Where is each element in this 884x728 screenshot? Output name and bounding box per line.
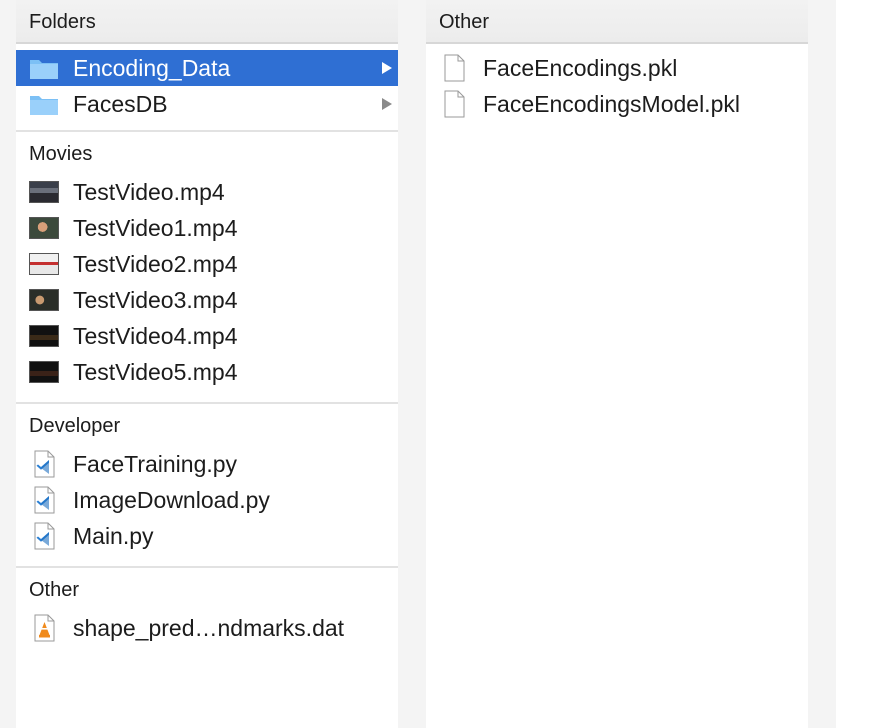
movie-row[interactable]: TestVideo4.mp4 — [16, 318, 398, 354]
file-label: TestVideo1.mp4 — [73, 215, 238, 241]
vlc-file-icon — [34, 614, 55, 642]
folder-row-encoding-data[interactable]: Encoding_Data — [16, 50, 398, 86]
video-thumbnail-icon — [29, 253, 59, 275]
video-thumbnail-icon — [29, 289, 59, 311]
file-label: TestVideo3.mp4 — [73, 287, 238, 313]
movie-row[interactable]: TestVideo1.mp4 — [16, 210, 398, 246]
blank-document-icon — [444, 90, 465, 118]
file-label: Main.py — [73, 523, 154, 549]
folders-header-label: Folders — [29, 11, 96, 33]
file-label: TestVideo4.mp4 — [73, 323, 238, 349]
vscode-file-icon — [34, 522, 55, 550]
movie-row[interactable]: TestVideo2.mp4 — [16, 246, 398, 282]
movie-row[interactable]: TestVideo.mp4 — [16, 174, 398, 210]
middle-column[interactable]: Other FaceEncodings.pkl FaceEncodingsMod… — [426, 0, 808, 728]
developer-file-row[interactable]: Main.py — [16, 518, 398, 554]
folder-label: Encoding_Data — [73, 55, 231, 81]
file-label: FaceTraining.py — [73, 451, 238, 477]
column-gutter-middle — [398, 0, 426, 728]
video-thumbnail-icon — [29, 325, 59, 347]
file-label: TestVideo.mp4 — [73, 179, 225, 205]
blank-document-icon — [444, 54, 465, 82]
other-header: Other — [426, 0, 808, 44]
folder-icon — [30, 60, 58, 79]
right-column-empty[interactable] — [836, 0, 884, 728]
folder-label: FacesDB — [73, 91, 168, 117]
group-label-movies: Movies — [29, 143, 93, 165]
file-label: ImageDownload.py — [73, 487, 270, 513]
video-thumbnail-icon — [29, 181, 59, 203]
folders-header: Folders — [16, 0, 398, 44]
file-label: shape_pred…ndmarks.dat — [73, 615, 345, 641]
file-label: TestVideo5.mp4 — [73, 359, 238, 385]
movie-row[interactable]: TestVideo5.mp4 — [16, 354, 398, 390]
other-header-label: Other — [439, 11, 490, 33]
developer-file-row[interactable]: FaceTraining.py — [16, 446, 398, 482]
column-gutter-left — [0, 0, 16, 728]
vscode-file-icon — [34, 450, 55, 478]
movie-row[interactable]: TestVideo3.mp4 — [16, 282, 398, 318]
file-label: FaceEncodings.pkl — [483, 55, 678, 81]
file-label: FaceEncodingsModel.pkl — [483, 91, 740, 117]
chevron-right-icon — [382, 98, 392, 110]
developer-file-row[interactable]: ImageDownload.py — [16, 482, 398, 518]
file-label: TestVideo2.mp4 — [73, 251, 238, 277]
video-thumbnail-icon — [29, 217, 59, 239]
group-label-developer: Developer — [29, 415, 121, 437]
group-label-other: Other — [29, 579, 80, 601]
video-thumbnail-icon — [29, 361, 59, 383]
pkl-file-row[interactable]: FaceEncodingsModel.pkl — [426, 86, 808, 122]
chevron-right-icon — [382, 62, 392, 74]
left-column[interactable]: Folders Encoding_Data FacesDB Movies Tes… — [16, 0, 398, 728]
other-file-row[interactable]: shape_pred…ndmarks.dat — [16, 610, 398, 646]
folder-row-facesdb[interactable]: FacesDB — [16, 86, 398, 122]
folder-icon — [30, 96, 58, 115]
pkl-file-row[interactable]: FaceEncodings.pkl — [426, 50, 808, 86]
vscode-file-icon — [34, 486, 55, 514]
column-gutter-right — [808, 0, 836, 728]
